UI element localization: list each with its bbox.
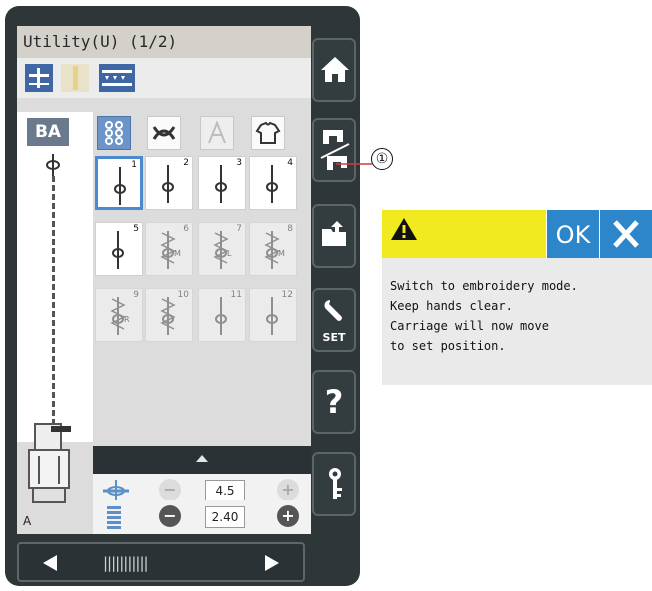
key-icon [329,468,342,499]
cancel-button[interactable] [600,210,652,258]
stitch-tile[interactable]: 5 [95,222,143,276]
garment-icon[interactable] [251,116,285,150]
lcd-screen: Utility(U) (1/2) BA A 1 2 3 4 5 6 M 7 L … [17,26,311,534]
stitch-position-label: M [278,249,285,258]
stitch-preview-line [52,176,55,434]
stitch-length-icon [107,506,121,529]
length-decrease-button[interactable]: − [159,505,181,527]
previous-page-arrow-icon[interactable] [43,555,57,571]
screen-title: Utility(U) (1/2) [17,26,311,58]
stitch-tile[interactable]: 4 [249,156,297,210]
stretch-stitches-icon[interactable] [147,116,181,150]
stitch-number: 9 [133,290,139,300]
width-decrease-button[interactable]: − [159,479,181,501]
stitch-length-row: − 2.40 + [93,500,311,534]
wrench-icon [324,300,342,321]
chevron-up-icon [196,455,208,462]
stitch-tile[interactable]: 12 [249,288,297,342]
b-button[interactable]: BA [27,118,69,146]
warning-dialog: OK Switch to embroidery mode. Keep hands… [382,210,652,385]
presser-foot-icon [28,423,71,503]
presser-foot-label: A [23,514,32,528]
home-icon [321,57,349,82]
stitch-number: 1 [131,160,137,170]
warning-icon [391,218,417,240]
open-file-button[interactable] [312,204,356,268]
sewing-machine-panel: Utility(U) (1/2) BA A 1 2 3 4 5 6 M 7 L … [5,6,360,586]
presser-foot-indicator: A [21,422,79,530]
page-navigation-bar: ||||||||||| [17,542,305,582]
home-button[interactable] [312,38,356,102]
close-icon [613,220,639,248]
warning-banner [382,210,546,258]
stitch-number: 10 [177,290,189,300]
needle-preview-icon [46,154,60,176]
ok-button[interactable]: OK [547,210,599,258]
sub-toolbar [17,58,311,98]
callout-number: ① [371,148,393,170]
set-button[interactable]: SET [312,288,356,352]
stitch-position-label: M [174,249,181,258]
stitch-number: 3 [236,158,242,168]
callout-leader-line [336,163,372,165]
width-increase-button[interactable]: + [277,479,299,501]
stitch-tile[interactable]: 9R [95,288,143,342]
thread-icon[interactable] [61,64,89,92]
help-icon: ? [324,383,344,421]
help-button[interactable]: ? [312,370,356,434]
stitch-width-icon [103,480,129,502]
stitch-tile[interactable]: 2 [145,156,193,210]
stitch-number: 11 [230,290,242,300]
feed-dog-icon[interactable] [99,64,135,92]
settings-toggle-bar[interactable] [93,446,311,474]
stitch-tile[interactable]: 1 [95,156,143,210]
page-scroll-indicator[interactable]: ||||||||||| [103,554,149,572]
stitch-number: 2 [183,158,189,168]
utility-stitches-icon[interactable] [97,116,131,150]
letters-icon[interactable] [200,116,234,150]
stitch-position-label: L [227,249,232,258]
key-button[interactable] [312,452,356,516]
stitch-number: 12 [281,290,293,300]
stitch-tile[interactable]: 3 [198,156,246,210]
open-file-icon [322,221,346,246]
stitch-tile[interactable]: 6M [145,222,193,276]
stitch-number: 5 [133,224,139,234]
next-page-arrow-icon[interactable] [265,555,279,571]
stitch-tile[interactable]: 7L [198,222,246,276]
set-label: SET [322,331,346,344]
stitch-number: 8 [287,224,293,234]
stitch-number: 4 [287,158,293,168]
mode-switch-button[interactable] [312,118,356,182]
stitch-tile[interactable]: 11 [198,288,246,342]
length-increase-button[interactable]: + [277,505,299,527]
stitch-number: 6 [183,224,189,234]
dialog-header: OK [382,210,652,258]
needle-position-icon[interactable] [25,64,53,92]
stitch-preview-panel: BA [17,112,93,442]
stitch-tile[interactable]: 8M [249,222,297,276]
stitch-tile[interactable]: 10 [145,288,193,342]
stitch-position-label: R [124,315,130,324]
length-value: 2.40 [205,506,245,528]
dialog-message: Switch to embroidery mode. Keep hands cl… [390,279,578,353]
width-value: 4.5 [205,480,245,502]
stitch-number: 7 [236,224,242,234]
